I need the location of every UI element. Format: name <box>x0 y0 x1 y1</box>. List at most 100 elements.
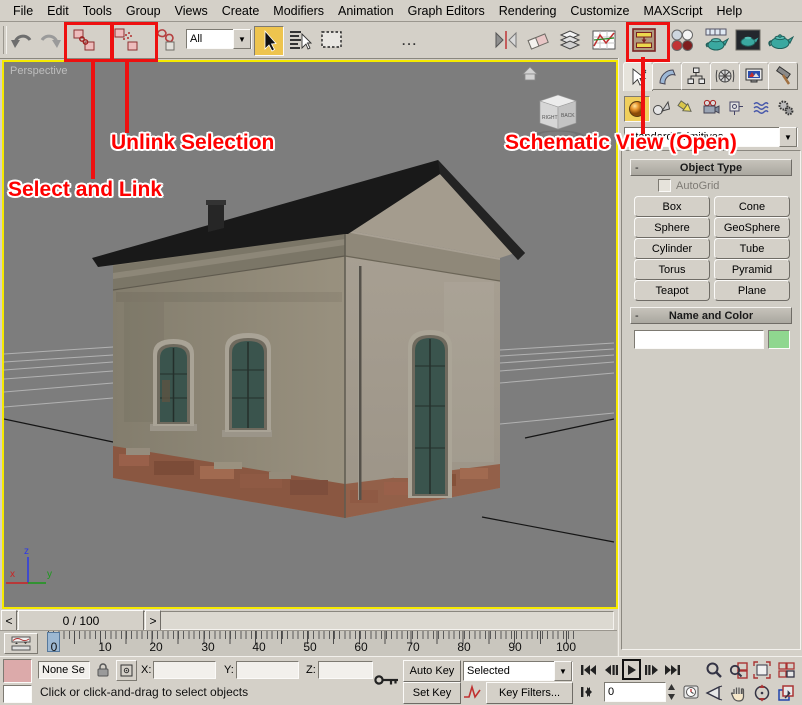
menu-customize[interactable]: Customize <box>563 4 636 18</box>
name-and-color-rollout-header[interactable]: - Name and Color <box>630 307 792 324</box>
y-coord-input[interactable] <box>236 661 299 679</box>
create-systems-button[interactable] <box>774 96 798 120</box>
mirror-button[interactable] <box>492 26 520 54</box>
layer-manager-button[interactable] <box>556 26 584 54</box>
zoom-all-button[interactable] <box>727 659 749 681</box>
object-name-input[interactable] <box>634 330 764 349</box>
selection-set-arrow-icon[interactable]: ▼ <box>554 661 572 681</box>
zoom-button[interactable] <box>703 659 725 681</box>
object-type-cylinder[interactable]: Cylinder <box>634 238 710 259</box>
menu-create[interactable]: Create <box>215 4 267 18</box>
time-configuration-button[interactable] <box>681 682 700 702</box>
menu-modifiers[interactable]: Modifiers <box>266 4 331 18</box>
autogrid-checkbox[interactable] <box>658 179 671 192</box>
create-spacewarps-button[interactable] <box>749 96 773 120</box>
arc-rotate-button[interactable] <box>751 682 773 704</box>
object-type-cone[interactable]: Cone <box>714 196 790 217</box>
tab-motion[interactable] <box>710 62 740 90</box>
tab-modify[interactable] <box>652 62 682 90</box>
previous-frame-button[interactable] <box>601 660 620 680</box>
set-key-button[interactable]: Set Key <box>403 682 461 704</box>
go-to-start-button[interactable] <box>579 660 598 680</box>
key-mode-toggle-button[interactable] <box>579 682 598 702</box>
object-type-geosphere[interactable]: GeoSphere <box>714 217 790 238</box>
create-lights-button[interactable] <box>674 96 698 120</box>
object-type-plane[interactable]: Plane <box>714 280 790 301</box>
house-model[interactable] <box>92 160 525 518</box>
pan-view-button[interactable] <box>727 682 749 704</box>
toolbar-overflow[interactable]: ... <box>402 34 418 48</box>
tab-create[interactable] <box>623 62 653 91</box>
curve-editor-button[interactable] <box>590 26 618 54</box>
object-type-sphere[interactable]: Sphere <box>634 217 710 238</box>
menu-graph-editors[interactable]: Graph Editors <box>401 4 492 18</box>
zoom-extents-all-button[interactable] <box>775 659 797 681</box>
menu-help[interactable]: Help <box>710 4 750 18</box>
render-setup-button[interactable] <box>702 26 730 54</box>
redo-button[interactable] <box>36 26 64 54</box>
menu-views[interactable]: Views <box>168 4 215 18</box>
tab-hierarchy[interactable] <box>681 62 711 90</box>
auto-key-button[interactable]: Auto Key <box>403 660 461 682</box>
field-of-view-button[interactable] <box>703 682 725 704</box>
align-button[interactable] <box>524 26 552 54</box>
viewcube-right-label[interactable]: RIGHT <box>542 115 558 121</box>
track-bar[interactable]: 0 10 20 30 40 50 60 70 80 90 100 <box>0 630 617 657</box>
menu-animation[interactable]: Animation <box>331 4 401 18</box>
frame-spinner[interactable] <box>666 682 677 702</box>
selection-filter-dropdown[interactable]: All ▼ <box>186 29 252 49</box>
current-frame-input[interactable]: 0 <box>604 682 666 702</box>
zoom-extents-button[interactable] <box>751 659 773 681</box>
object-type-tube[interactable]: Tube <box>714 238 790 259</box>
set-key-filters-curve-button[interactable] <box>462 682 482 702</box>
time-slider-handle[interactable]: 0 / 100 <box>18 610 144 631</box>
toolbar-handle[interactable] <box>3 26 7 54</box>
selection-set-dropdown[interactable]: Selected ▼ <box>463 661 573 681</box>
menu-group[interactable]: Group <box>119 4 168 18</box>
create-helpers-button[interactable] <box>724 96 748 120</box>
track-selection-swatch[interactable] <box>3 659 32 683</box>
create-cameras-button[interactable] <box>699 96 723 120</box>
select-object-button[interactable] <box>254 26 284 56</box>
time-slider-next-button[interactable]: > <box>145 610 161 631</box>
mini-curve-editor-button[interactable] <box>4 633 38 654</box>
object-type-torus[interactable]: Torus <box>634 259 710 280</box>
x-coord-input[interactable] <box>153 661 216 679</box>
z-coord-input[interactable] <box>318 661 373 679</box>
collapse-toggle-2[interactable]: - <box>635 310 639 322</box>
tab-display[interactable] <box>739 62 769 90</box>
window-1[interactable] <box>150 339 197 431</box>
play-animation-button[interactable] <box>622 659 641 680</box>
key-filters-button[interactable]: Key Filters... <box>486 682 573 704</box>
object-type-rollout-header[interactable]: - Object Type <box>630 159 792 176</box>
menu-edit[interactable]: Edit <box>40 4 76 18</box>
go-to-end-button[interactable] <box>663 660 682 680</box>
menu-tools[interactable]: Tools <box>76 4 119 18</box>
time-slider-prev-button[interactable]: < <box>1 610 17 631</box>
menu-file[interactable]: File <box>6 4 40 18</box>
next-frame-button[interactable] <box>643 660 662 680</box>
create-shapes-button[interactable] <box>649 96 673 120</box>
window-2[interactable] <box>222 333 272 437</box>
object-color-swatch[interactable] <box>768 330 790 349</box>
absolute-mode-transform-button[interactable] <box>116 660 137 681</box>
material-editor-button[interactable] <box>668 26 696 54</box>
create-geometry-button[interactable] <box>624 96 650 122</box>
mini-listener-field[interactable] <box>3 685 32 703</box>
viewcube-back-label[interactable]: BACK <box>561 113 575 119</box>
select-by-name-button[interactable] <box>286 26 314 54</box>
collapse-toggle[interactable]: - <box>635 162 639 174</box>
selection-filter-arrow-icon[interactable]: ▼ <box>233 29 251 49</box>
set-keys-button[interactable] <box>374 669 400 691</box>
menu-rendering[interactable]: Rendering <box>492 4 564 18</box>
object-type-box[interactable]: Box <box>634 196 710 217</box>
tab-utilities[interactable] <box>768 62 798 90</box>
menu-maxscript[interactable]: MAXScript <box>636 4 709 18</box>
selection-set-lock-field[interactable]: None Se <box>38 661 90 679</box>
rendered-frame-window-button[interactable] <box>734 26 762 54</box>
maximize-viewport-toggle-button[interactable] <box>775 682 797 704</box>
category-dropdown-arrow-icon[interactable]: ▼ <box>779 127 797 147</box>
undo-button[interactable] <box>8 26 36 54</box>
door-window[interactable] <box>408 330 452 498</box>
rectangular-selection-region-button[interactable] <box>318 26 346 54</box>
